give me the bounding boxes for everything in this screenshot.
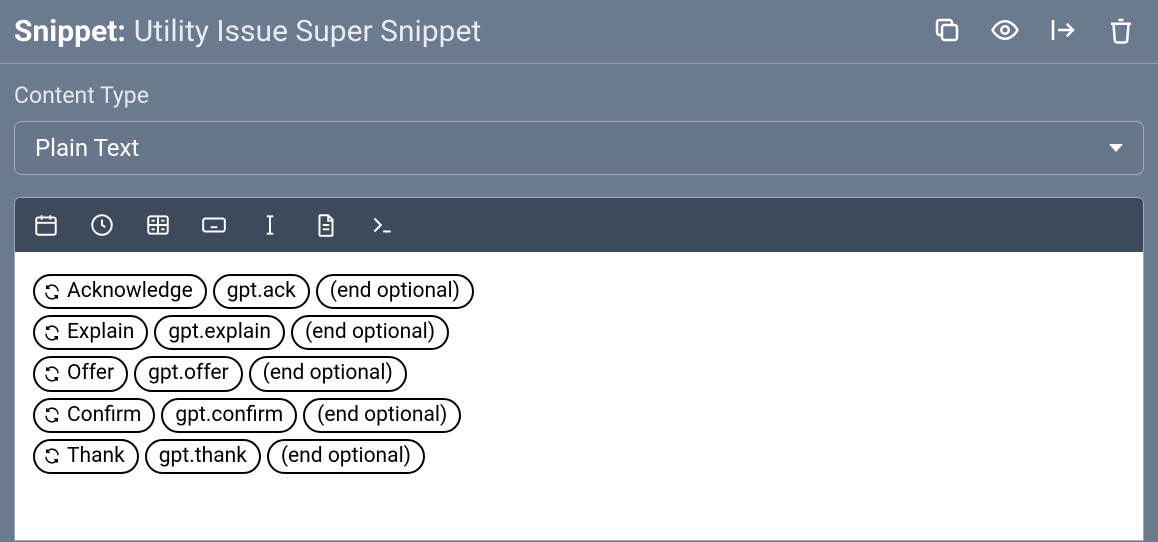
refresh-icon bbox=[43, 324, 61, 342]
optional-end-pill[interactable]: (end optional) bbox=[249, 356, 407, 391]
snippet-row: Acknowledge gpt.ack (end optional) bbox=[33, 274, 1125, 309]
editor-toolbar bbox=[15, 198, 1143, 252]
refresh-icon bbox=[43, 365, 61, 383]
pill-label: (end optional) bbox=[305, 320, 435, 345]
snippet-row: Thank gpt.thank (end optional) bbox=[33, 439, 1125, 474]
pill-label: gpt.offer bbox=[148, 361, 229, 386]
pill-label: Explain bbox=[67, 320, 134, 345]
pill-label: Thank bbox=[67, 444, 125, 469]
pill-label: gpt.ack bbox=[227, 279, 296, 304]
variable-pill[interactable]: gpt.confirm bbox=[161, 398, 297, 433]
terminal-icon[interactable] bbox=[369, 212, 395, 238]
content-type-section: Content Type Plain Text bbox=[0, 64, 1158, 175]
trash-icon[interactable] bbox=[1106, 15, 1136, 49]
pill-label: Acknowledge bbox=[67, 279, 193, 304]
cursor-icon[interactable] bbox=[257, 212, 283, 238]
form-icon[interactable] bbox=[145, 212, 171, 238]
header: Snippet: Utility Issue Super Snippet bbox=[0, 0, 1158, 64]
refresh-icon bbox=[43, 447, 61, 465]
clock-icon[interactable] bbox=[89, 212, 115, 238]
optional-end-pill[interactable]: (end optional) bbox=[267, 439, 425, 474]
content-type-select[interactable]: Plain Text bbox=[14, 121, 1144, 175]
optional-start-pill[interactable]: Acknowledge bbox=[33, 274, 207, 309]
copy-icon[interactable] bbox=[932, 15, 962, 49]
title-name: Utility Issue Super Snippet bbox=[134, 14, 481, 49]
optional-start-pill[interactable]: Offer bbox=[33, 356, 128, 391]
snippet-row: Explain gpt.explain (end optional) bbox=[33, 315, 1125, 350]
export-icon[interactable] bbox=[1048, 15, 1078, 49]
content-type-label: Content Type bbox=[14, 82, 1144, 109]
editor-content[interactable]: Acknowledge gpt.ack (end optional) Expla… bbox=[15, 252, 1143, 540]
pill-label: gpt.thank bbox=[159, 444, 247, 469]
chevron-down-icon bbox=[1109, 144, 1123, 152]
title-prefix: Snippet: bbox=[14, 14, 126, 49]
snippet-row: Confirm gpt.confirm (end optional) bbox=[33, 398, 1125, 433]
optional-end-pill[interactable]: (end optional) bbox=[291, 315, 449, 350]
calendar-icon[interactable] bbox=[33, 212, 59, 238]
refresh-icon bbox=[43, 406, 61, 424]
snippet-row: Offer gpt.offer (end optional) bbox=[33, 356, 1125, 391]
page-title: Snippet: Utility Issue Super Snippet bbox=[14, 14, 481, 49]
header-actions bbox=[932, 15, 1136, 49]
pill-label: Confirm bbox=[67, 403, 141, 428]
pill-label: (end optional) bbox=[263, 361, 393, 386]
document-icon[interactable] bbox=[313, 212, 339, 238]
variable-pill[interactable]: gpt.offer bbox=[134, 356, 243, 391]
optional-end-pill[interactable]: (end optional) bbox=[303, 398, 461, 433]
pill-label: (end optional) bbox=[330, 279, 460, 304]
pill-label: gpt.explain bbox=[168, 320, 271, 345]
optional-start-pill[interactable]: Thank bbox=[33, 439, 139, 474]
variable-pill[interactable]: gpt.explain bbox=[154, 315, 285, 350]
pill-label: (end optional) bbox=[317, 403, 447, 428]
editor-panel: Acknowledge gpt.ack (end optional) Expla… bbox=[14, 197, 1144, 541]
content-type-value: Plain Text bbox=[35, 134, 139, 162]
variable-pill[interactable]: gpt.ack bbox=[213, 274, 310, 309]
pill-label: gpt.confirm bbox=[175, 403, 283, 428]
pill-label: (end optional) bbox=[281, 444, 411, 469]
pill-label: Offer bbox=[67, 361, 114, 386]
optional-end-pill[interactable]: (end optional) bbox=[316, 274, 474, 309]
eye-icon[interactable] bbox=[990, 15, 1020, 49]
keyboard-icon[interactable] bbox=[201, 212, 227, 238]
optional-start-pill[interactable]: Confirm bbox=[33, 398, 155, 433]
optional-start-pill[interactable]: Explain bbox=[33, 315, 148, 350]
variable-pill[interactable]: gpt.thank bbox=[145, 439, 261, 474]
refresh-icon bbox=[43, 283, 61, 301]
